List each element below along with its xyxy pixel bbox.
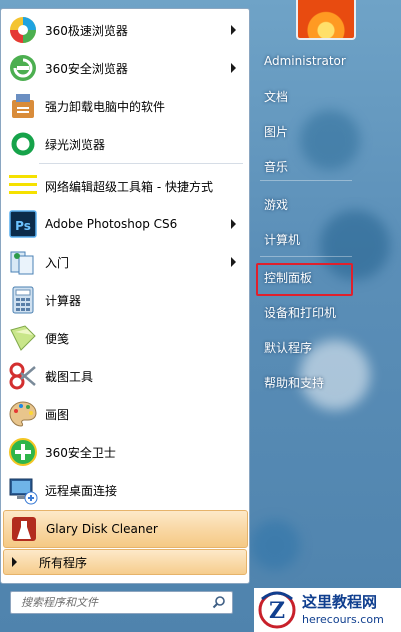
photoshop-icon: Ps	[7, 208, 39, 240]
program-item-label: 截图工具	[45, 369, 94, 384]
program-item-paint[interactable]: 画图	[3, 396, 246, 432]
all-programs-button[interactable]: 所有程序	[3, 549, 247, 575]
places-item-computer[interactable]: 计算机	[256, 224, 354, 254]
submenu-arrow-icon[interactable]	[231, 219, 236, 229]
places-item-label: 游戏	[264, 197, 289, 212]
program-item-label: 网络编辑超级工具箱 - 快捷方式	[45, 179, 213, 194]
submenu-arrow-icon[interactable]	[231, 63, 236, 73]
places-separator	[260, 180, 352, 181]
program-item-label: Adobe Photoshop CS6	[45, 217, 178, 231]
program-item-sticky-notes[interactable]: 便笺	[3, 320, 246, 356]
start-menu: 360极速浏览器 360安全浏览器强力卸载电脑中的软件 绿光浏览器网络编辑超级工具箱…	[0, 0, 401, 632]
site-watermark: Z 这里教程网 herecours.com	[254, 588, 401, 632]
360-safe-browser-icon	[7, 52, 39, 84]
360-guard-icon	[7, 436, 39, 468]
places-item-administrator[interactable]: Administrator	[256, 46, 354, 76]
remote-desktop-icon	[7, 474, 39, 506]
toolbox-shortcut-icon	[7, 170, 39, 202]
places-item-label: 图片	[264, 124, 289, 139]
program-item-label: Glary Disk Cleaner	[46, 522, 158, 536]
program-item-label: 360安全卫士	[45, 445, 116, 460]
places-item-label: 默认程序	[264, 340, 313, 355]
calculator-icon	[7, 284, 39, 316]
program-item-360-speed-browser[interactable]: 360极速浏览器	[3, 12, 246, 48]
watermark-url: herecours.com	[302, 613, 384, 626]
desktop-background	[250, 520, 300, 570]
search-input[interactable]	[19, 595, 213, 610]
places-item-games[interactable]: 游戏	[256, 189, 354, 219]
scissors-icon	[7, 360, 39, 392]
places-item-label: 文档	[264, 89, 289, 104]
program-item-label: 360安全浏览器	[45, 61, 128, 76]
places-item-devices-printers[interactable]: 设备和打印机	[256, 297, 354, 327]
watermark-title: 这里教程网	[302, 593, 378, 611]
green-browser-icon	[7, 128, 39, 160]
places-item-music[interactable]: 音乐	[256, 151, 354, 181]
user-avatar[interactable]	[296, 0, 356, 40]
svg-text:Z: Z	[269, 598, 285, 624]
program-item-green-browser[interactable]: 绿光浏览器	[3, 126, 246, 162]
uninstaller-icon	[7, 90, 39, 122]
program-item-network-editor[interactable]: 网络编辑超级工具箱 - 快捷方式	[3, 168, 246, 204]
submenu-arrow-icon[interactable]	[231, 25, 236, 35]
places-item-help-support[interactable]: 帮助和支持	[256, 367, 354, 397]
program-item-label: 强力卸载电脑中的软件	[45, 99, 166, 114]
submenu-arrow-icon[interactable]	[231, 257, 236, 267]
paint-palette-icon	[7, 398, 39, 430]
places-item-label: 帮助和支持	[264, 375, 325, 390]
getting-started-icon	[7, 246, 39, 278]
program-item-label: 画图	[45, 407, 70, 422]
disk-cleaner-icon	[8, 513, 40, 545]
programs-pane: 360极速浏览器 360安全浏览器强力卸载电脑中的软件 绿光浏览器网络编辑超级工具箱…	[0, 8, 250, 584]
sticky-notes-icon	[7, 322, 39, 354]
program-item-getting-started[interactable]: 入门	[3, 244, 246, 280]
places-item-pictures[interactable]: 图片	[256, 116, 354, 146]
search-icon[interactable]	[212, 595, 226, 609]
places-item-label: Administrator	[264, 54, 346, 68]
program-item-glary-disk-cleaner[interactable]: Glary Disk Cleaner	[3, 510, 248, 548]
program-item-calculator[interactable]: 计算器	[3, 282, 246, 318]
program-item-360-guard[interactable]: 360安全卫士	[3, 434, 246, 470]
program-item-label: 便笺	[45, 331, 70, 346]
site-logo-icon: Z	[258, 591, 296, 629]
program-item-label: 计算器	[45, 293, 82, 308]
program-item-uninstall-software[interactable]: 强力卸载电脑中的软件	[3, 88, 246, 124]
menu-separator	[39, 163, 243, 164]
places-separator	[260, 256, 352, 257]
places-item-default-programs[interactable]: 默认程序	[256, 332, 354, 362]
places-item-label: 设备和打印机	[264, 305, 337, 320]
expand-arrow-icon	[12, 557, 17, 567]
program-item-photoshop[interactable]: Ps Adobe Photoshop CS6	[3, 206, 246, 242]
program-item-remote-desktop[interactable]: 远程桌面连接	[3, 472, 246, 508]
program-item-snipping-tool[interactable]: 截图工具	[3, 358, 246, 394]
program-item-label: 绿光浏览器	[45, 137, 106, 152]
svg-text:Ps: Ps	[15, 219, 31, 233]
selection-highlight-box	[256, 263, 353, 296]
search-box[interactable]	[10, 591, 233, 614]
program-item-label: 入门	[45, 255, 70, 270]
360-speed-browser-icon	[7, 14, 39, 46]
places-item-label: 音乐	[264, 159, 289, 174]
places-item-documents[interactable]: 文档	[256, 81, 354, 111]
places-item-label: 计算机	[264, 232, 301, 247]
program-item-label: 360极速浏览器	[45, 23, 128, 38]
program-item-label: 远程桌面连接	[45, 483, 118, 498]
program-item-360-safe-browser[interactable]: 360安全浏览器	[3, 50, 246, 86]
all-programs-label: 所有程序	[39, 555, 88, 570]
